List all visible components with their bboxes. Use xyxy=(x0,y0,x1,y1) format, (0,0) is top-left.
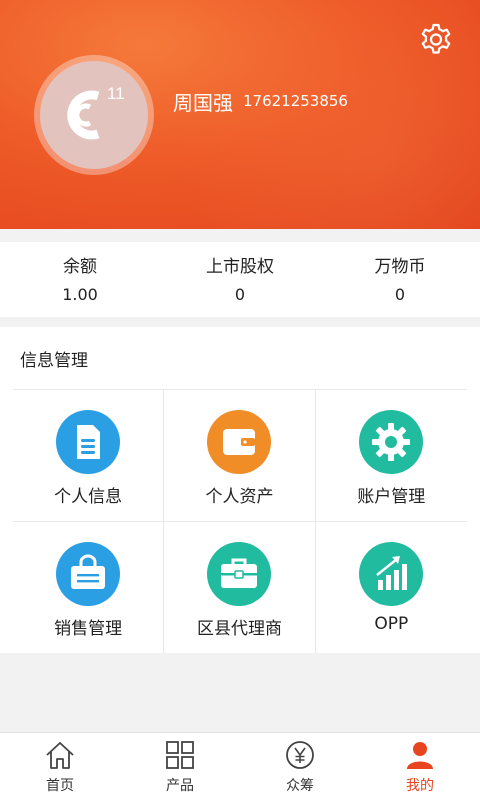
grid-item-opp[interactable]: OPP xyxy=(316,522,467,654)
home-icon xyxy=(46,742,74,769)
gear-icon[interactable] xyxy=(417,22,455,60)
briefcase-icon xyxy=(207,541,272,606)
user-icon xyxy=(407,742,433,769)
tab-home[interactable]: 首页 xyxy=(0,733,120,800)
stat-label: 万物币 xyxy=(374,257,426,277)
tab-products[interactable]: 产品 xyxy=(120,733,240,800)
stat-value: 0 xyxy=(234,285,246,304)
grid-item-label: 个人资产 xyxy=(205,487,274,507)
tab-label: 产品 xyxy=(166,778,194,794)
profile-header: 11 周国强 17621253856 xyxy=(0,0,480,229)
avatar-badge: 11 xyxy=(107,84,125,103)
info-grid: 个人信息 个人资产 账户管理 销售管理 区县代理商 OPP xyxy=(13,389,467,653)
stat-label: 上市股权 xyxy=(206,257,274,277)
grid-item-label: 个人信息 xyxy=(54,487,123,507)
grid-item-label: 账户管理 xyxy=(357,487,426,507)
tab-label: 首页 xyxy=(46,778,74,794)
grid-item-label: OPP xyxy=(374,613,409,634)
grid-item-account-management[interactable]: 账户管理 xyxy=(315,390,467,522)
tab-label: 众筹 xyxy=(286,778,314,794)
section-title: 信息管理 xyxy=(20,351,88,371)
stat-balance[interactable]: 余额 1.00 xyxy=(0,242,160,317)
user-phone: 17621253856 xyxy=(243,92,348,110)
grid-item-personal-info[interactable]: 个人信息 xyxy=(13,390,165,522)
shopping-bag-icon xyxy=(56,541,121,606)
info-management-section: 信息管理 个人信息 个人资产 账户管理 销售管理 区县代理商 OPP xyxy=(0,327,480,653)
stat-coins[interactable]: 万物币 0 xyxy=(320,242,480,317)
avatar[interactable]: 11 xyxy=(34,55,154,175)
grid-item-personal-assets[interactable]: 个人资产 xyxy=(164,390,316,522)
document-icon xyxy=(56,410,121,474)
grid-item-label: 区县代理商 xyxy=(196,618,282,639)
stat-value: 1.00 xyxy=(62,285,98,304)
wallet-icon xyxy=(207,410,272,474)
grid-item-sales-management[interactable]: 销售管理 xyxy=(13,521,165,653)
stat-listed-equity[interactable]: 上市股权 0 xyxy=(160,242,320,317)
stat-value: 0 xyxy=(394,285,406,304)
stats-bar: 余额 1.00 上市股权 0 万物币 0 xyxy=(0,242,480,317)
user-name: 周国强 xyxy=(173,91,233,115)
grid-item-label: 销售管理 xyxy=(54,618,123,639)
yen-coin-icon xyxy=(286,741,314,769)
bottom-tab-bar: 首页 产品 众筹 我的 xyxy=(0,732,480,800)
tab-crowdfunding[interactable]: 众筹 xyxy=(240,733,360,800)
tab-label: 我的 xyxy=(406,778,434,794)
grid-item-county-agent[interactable]: 区县代理商 xyxy=(164,521,316,653)
gear-icon xyxy=(359,410,424,474)
stat-label: 余额 xyxy=(63,257,97,277)
tab-mine[interactable]: 我的 xyxy=(360,733,480,800)
avatar-logo: 11 xyxy=(67,84,125,140)
grid-icon xyxy=(166,741,194,769)
bar-chart-icon xyxy=(359,541,424,606)
